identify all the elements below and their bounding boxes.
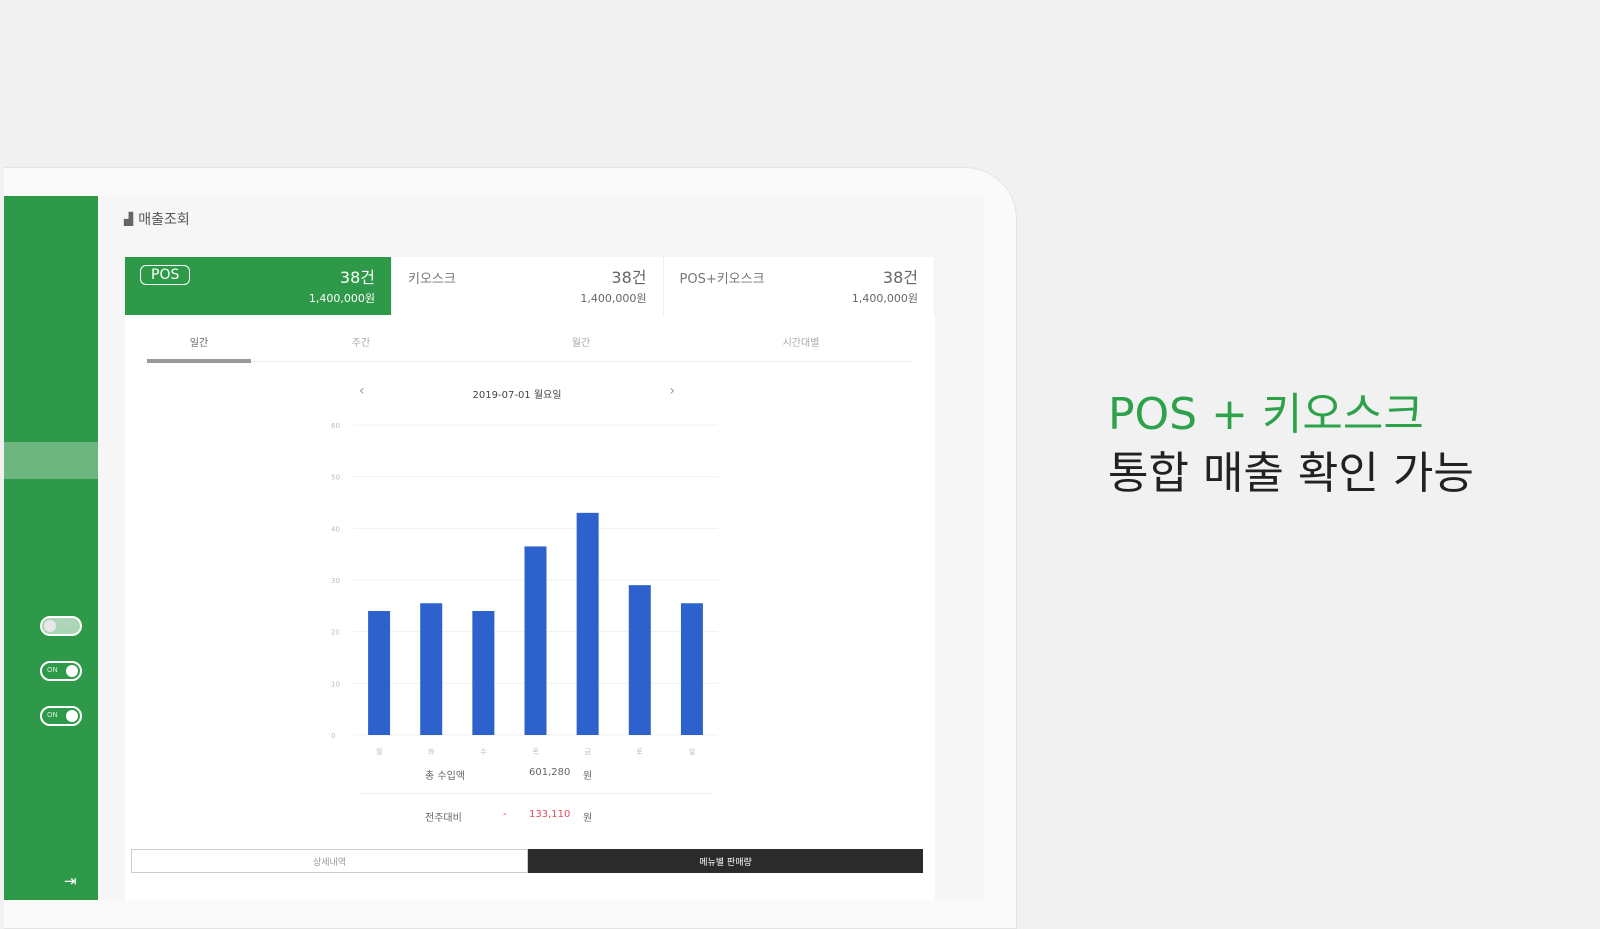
diff-label: 전주대비 [425,813,462,824]
x-tick-label: 월 [376,747,382,756]
y-tick-label: 30 [331,577,340,585]
bar [680,603,703,735]
logout-icon[interactable]: ⇥ [64,872,77,890]
sidebar: OFF ON ON ⇥ [4,196,98,900]
toggle-knob [66,665,78,677]
y-tick-label: 10 [331,680,340,688]
stats-divider [361,793,711,794]
total-unit: 원 [583,771,593,782]
headline-line1: POS + 키오스크 [1108,389,1424,440]
x-tick-label: 화 [428,748,435,756]
y-tick-label: 60 [331,422,340,430]
total-value: 601,280 [529,767,571,778]
y-tick-label: 40 [331,525,340,533]
sales-bar-chart: 0 10 20 30 40 50 60 월 화 수 목 금 토 일 [331,422,718,756]
toggle-label: ON [47,711,58,719]
bar [420,603,443,735]
summary-card-pos[interactable]: POS 38건 1,400,000원 [125,257,392,315]
card-name: 키오스크 [408,272,456,287]
promo-headline: POS + 키오스크 통합 매출 확인 가능 [1108,388,1474,506]
sidebar-active-item[interactable] [4,442,98,479]
total-label: 총 수입액 [425,771,465,782]
x-tick-label: 금 [584,748,591,756]
period-tabs: 일간 주간 월간 시간대별 [147,327,911,363]
toggle-label: ON [47,666,58,674]
y-tick-label: 50 [331,474,340,482]
page-title-text: 매출조회 [138,212,190,228]
y-tick-label: 0 [331,732,335,740]
diff-sign: - [503,809,507,820]
toggle-knob [66,710,78,722]
card-count: 38건 [339,268,375,287]
card-amount: 1,400,000원 [580,292,647,305]
summary-card-combined[interactable]: POS+키오스크 38건 1,400,000원 [664,257,935,315]
card-count: 38건 [882,268,918,287]
menu-sales-button[interactable]: 메뉴별 판매량 [528,849,923,873]
summary-cards: POS 38건 1,400,000원 키오스크 38건 1,400,000원 P… [125,257,935,315]
toggle-knob [44,620,56,632]
detail-button[interactable]: 상세내역 [131,849,528,873]
toggle-1[interactable]: OFF [40,616,82,636]
x-tick-label: 일 [689,747,695,756]
tab-hourly[interactable]: 시간대별 [691,327,911,361]
tab-daily[interactable]: 일간 [147,327,251,363]
x-tick-label: 수 [480,748,487,756]
bar [628,585,651,735]
summary-card-kiosk[interactable]: 키오스크 38건 1,400,000원 [392,257,664,315]
bar [368,611,391,735]
card-amount: 1,400,000원 [308,292,375,305]
bar [524,546,547,735]
x-tick-label: 목 [532,748,539,756]
toggle-3[interactable]: ON [40,706,82,726]
diff-value: 133,110 [529,809,571,820]
diff-unit: 원 [583,813,593,824]
card-name: POS [140,265,191,285]
x-tick-label: 토 [637,748,644,756]
page-title: ▟ 매출조회 [124,209,190,229]
tab-weekly[interactable]: 주간 [251,327,471,361]
toggle-label: OFF [60,621,74,629]
y-tick-label: 20 [331,629,340,637]
bottom-buttons: 상세내역 메뉴별 판매량 [131,849,923,873]
bar [576,512,599,735]
card-name: POS+키오스크 [679,272,765,287]
card-count: 38건 [611,268,647,287]
app-screen: OFF ON ON ⇥ ▟ 매출조회 POS 38건 1,400,000원 키오… [4,196,984,900]
tab-monthly[interactable]: 월간 [471,327,691,361]
bar [472,611,495,735]
card-amount: 1,400,000원 [851,292,918,305]
headline-line2: 통합 매출 확인 가능 [1108,448,1474,499]
sales-panel: 일간 주간 월간 시간대별 ‹ 2019-07-01 월요일 › 0 10 20 30… [125,315,935,900]
chart-icon: ▟ [124,212,134,226]
toggle-2[interactable]: ON [40,661,82,681]
